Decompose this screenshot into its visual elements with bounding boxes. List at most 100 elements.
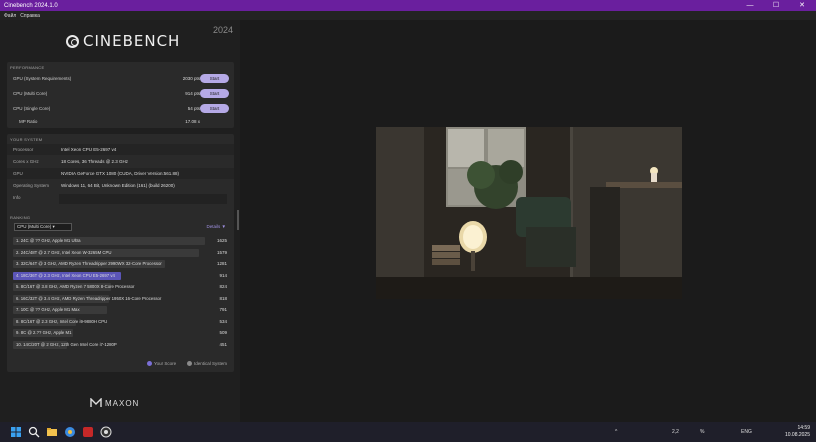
ranking-select-value: CPU (Multi Core): [17, 224, 52, 229]
start-cpu-single-button[interactable]: Start: [200, 103, 229, 113]
ranking-cpu-name: 2. 24C/48T @ 2.7 GHz, Intel Xeon W-3265M…: [16, 249, 112, 255]
legend-dot-identical: [187, 361, 192, 366]
minimize-button[interactable]: —: [740, 0, 760, 11]
language-indicator[interactable]: ENG: [741, 429, 752, 435]
ranking-cpu-name: 7. 10C @ ?? GHz, Apple M1 Max: [16, 307, 80, 312]
left-panel-scrollbar[interactable]: [237, 210, 239, 230]
perf-label: CPU (Multi Core): [13, 90, 48, 96]
ranking-row[interactable]: 9. 8C @ 2.?? GHz, Apple M1 509: [13, 329, 227, 337]
ranking-row[interactable]: 5. 8C/16T @ 3.8 GHz, AMD Ryzen 7 5800X 8…: [13, 283, 227, 291]
search-icon[interactable]: [28, 426, 40, 438]
ranking-score: 818: [219, 295, 227, 301]
ranking-row[interactable]: 4. 18C/36T @ 2.3 GHz, Intel Xeon CPU E5-…: [13, 271, 227, 280]
perf-row-gpu: GPU (System Requirements) 2030 pts Start: [7, 72, 234, 84]
ranking-score: 824: [219, 284, 227, 289]
system-value: NVIDIA GeForce GTX 1080 (CUDA, Driver Ve…: [61, 171, 180, 176]
system-value: Intel Xeon CPU E5-2697 v4: [61, 147, 117, 152]
render-image: [376, 127, 682, 299]
app-body: CINEBENCH 2024 PERFORMANCE GPU (System R…: [0, 20, 816, 422]
legend-label: Your Score: [154, 361, 177, 366]
windows-start-icon[interactable]: [10, 426, 22, 438]
menu-file[interactable]: Файл: [4, 13, 16, 19]
legend-dot-yours: [147, 361, 152, 366]
ranking-row[interactable]: 10. 14C/20T @ 2 GHz, 12th Gen Intel Core…: [13, 340, 227, 349]
tray-item: 2,2: [672, 429, 679, 435]
perf-points: 914 pts: [185, 90, 200, 96]
render-viewport: [376, 127, 682, 299]
ranking-score: 534: [219, 318, 227, 324]
ranking-row[interactable]: 6. 16C/32T @ 3.4 GHz, AMD Ryzen Threadri…: [13, 294, 227, 303]
maxon-name: MAXON: [105, 398, 140, 408]
clock-time: 14:59: [797, 425, 810, 431]
system-key: GPU: [13, 171, 23, 176]
system-key: Info: [13, 195, 21, 200]
left-panel: CINEBENCH 2024 PERFORMANCE GPU (System R…: [0, 20, 240, 422]
menu-help[interactable]: Справка: [20, 13, 40, 19]
ranking-cpu-name: 4. 18C/36T @ 2.3 GHz, Intel Xeon CPU E5-…: [16, 272, 115, 278]
system-row-processor: Processor Intel Xeon CPU E5-2697 v4: [7, 144, 234, 155]
legend-label: Identical System: [194, 361, 228, 366]
ranking-score: 1625: [216, 238, 227, 243]
cinebench-taskbar-icon[interactable]: [100, 426, 112, 438]
chevron-down-icon: ▾: [52, 224, 55, 229]
ranking-panel: RANKING CPU (Multi Core) ▾ Details ▼ 1. …: [7, 212, 234, 372]
tray-item: %: [700, 429, 705, 435]
ranking-row[interactable]: 1. 24C @ ?? GHz, Apple M1 Ultra 1625: [13, 237, 227, 245]
legend-identical-system: Identical System: [187, 361, 227, 366]
title-bar: Cinebench 2024.1.0 — ☐ ✕: [0, 0, 816, 11]
close-button[interactable]: ✕: [792, 0, 812, 11]
menu-bar: Файл Справка: [0, 11, 816, 20]
ranking-cpu-name: 6. 16C/32T @ 3.4 GHz, AMD Ryzen Threadri…: [16, 295, 162, 301]
ranking-row[interactable]: 7. 10C @ ?? GHz, Apple M1 Max 791: [13, 306, 227, 314]
performance-panel: PERFORMANCE GPU (System Requirements) 20…: [7, 62, 234, 128]
perf-row-mp-ratio: MP Ratio 17.08 x: [7, 115, 234, 127]
maximize-button[interactable]: ☐: [766, 0, 786, 11]
perf-points: 54 pts: [187, 105, 200, 111]
perf-row-cpu-multi: CPU (Multi Core) 914 pts Start: [7, 87, 234, 99]
ranking-score: 1281: [216, 261, 227, 266]
system-key: Cores x GHz: [13, 159, 39, 164]
performance-header: PERFORMANCE: [10, 65, 45, 70]
ranking-score: 509: [219, 330, 227, 335]
filter-icon: ▼: [221, 224, 226, 229]
maxon-logo-icon: [90, 398, 102, 407]
info-field[interactable]: [59, 194, 227, 204]
ranking-select[interactable]: CPU (Multi Core) ▾: [14, 223, 72, 231]
perf-label: CPU (Single Core): [13, 105, 51, 111]
app-icon[interactable]: [82, 426, 94, 438]
brand-year: 2024: [213, 25, 234, 35]
ranking-score: 914: [219, 272, 227, 278]
system-key: Operating System: [13, 183, 50, 188]
ranking-header: RANKING: [10, 215, 31, 220]
ranking-row[interactable]: 8. 8C/16T @ 2.3 GHz, Intel Core i9-9880H…: [13, 317, 227, 326]
ranking-cpu-name: 5. 8C/16T @ 3.8 GHz, AMD Ryzen 7 5800X 8…: [16, 284, 135, 289]
system-row-cores: Cores x GHz 18 Cores, 36 Threads @ 2.3 G…: [7, 156, 234, 167]
system-key: Processor: [13, 147, 34, 152]
folder-icon[interactable]: [46, 426, 58, 438]
system-value: Windows 11, 64 Bit, Unknown Edition (161…: [61, 183, 175, 188]
tray-overflow-icon[interactable]: ^: [615, 429, 617, 435]
ranking-cpu-name: 8. 8C/16T @ 2.3 GHz, Intel Core i9-9880H…: [16, 318, 108, 324]
ranking-cpu-name: 9. 8C @ 2.?? GHz, Apple M1: [16, 330, 72, 335]
start-cpu-multi-button[interactable]: Start: [200, 88, 229, 98]
ranking-score: 451: [219, 341, 227, 347]
ranking-score: 791: [219, 307, 227, 312]
mp-ratio-label: MP Ratio: [19, 118, 38, 124]
clock-date: 10.08.2025: [784, 432, 810, 438]
ranking-cpu-name: 3. 32C/64T @ 3 GHz, AMD Ryzen Threadripp…: [16, 261, 162, 266]
browser-icon[interactable]: [64, 426, 76, 438]
system-row-gpu: GPU NVIDIA GeForce GTX 1080 (CUDA, Drive…: [7, 168, 234, 179]
ranking-cpu-name: 10. 14C/20T @ 2 GHz, 12th Gen Intel Core…: [16, 341, 117, 347]
perf-label: GPU (System Requirements): [13, 75, 72, 81]
details-button[interactable]: Details ▼: [207, 224, 227, 229]
ranking-row[interactable]: 2. 24C/48T @ 2.7 GHz, Intel Xeon W-3265M…: [13, 248, 227, 257]
start-gpu-button[interactable]: Start: [200, 73, 229, 83]
window-title: Cinebench 2024.1.0: [4, 2, 58, 9]
ranking-row[interactable]: 3. 32C/64T @ 3 GHz, AMD Ryzen Threadripp…: [13, 260, 227, 268]
brand-name: CINEBENCH: [83, 32, 181, 50]
system-header: YOUR SYSTEM: [10, 137, 43, 142]
mp-ratio-value: 17.08 x: [185, 118, 200, 124]
taskbar: ^ 2,2 % ENG 14:59 10.08.2025: [0, 422, 816, 442]
system-value: 18 Cores, 36 Threads @ 2.3 GHz: [61, 159, 129, 164]
clock[interactable]: 14:59 10.08.2025: [785, 425, 810, 439]
